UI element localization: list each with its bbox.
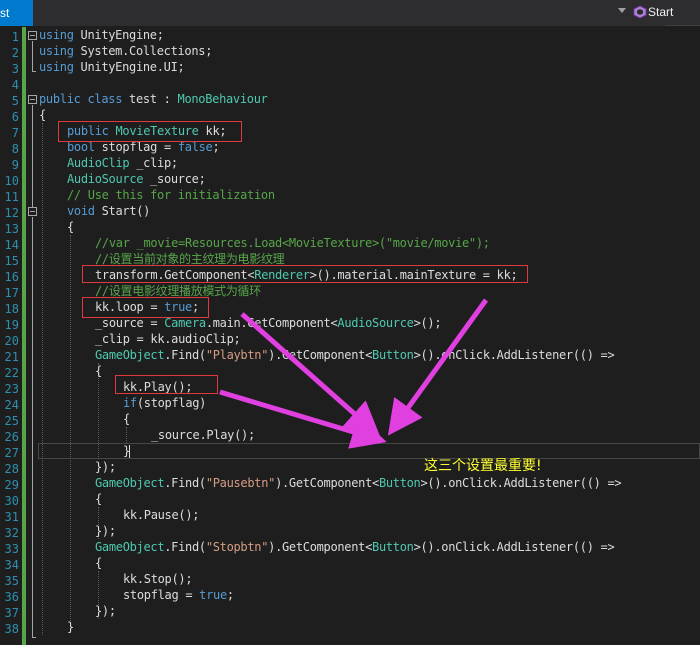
arrow-from-loop [240, 312, 381, 437]
annotation-text: 这三个设置最重要! [424, 458, 542, 474]
arrow-from-maintexture [387, 298, 489, 436]
annotation-arrows [219, 298, 489, 449]
